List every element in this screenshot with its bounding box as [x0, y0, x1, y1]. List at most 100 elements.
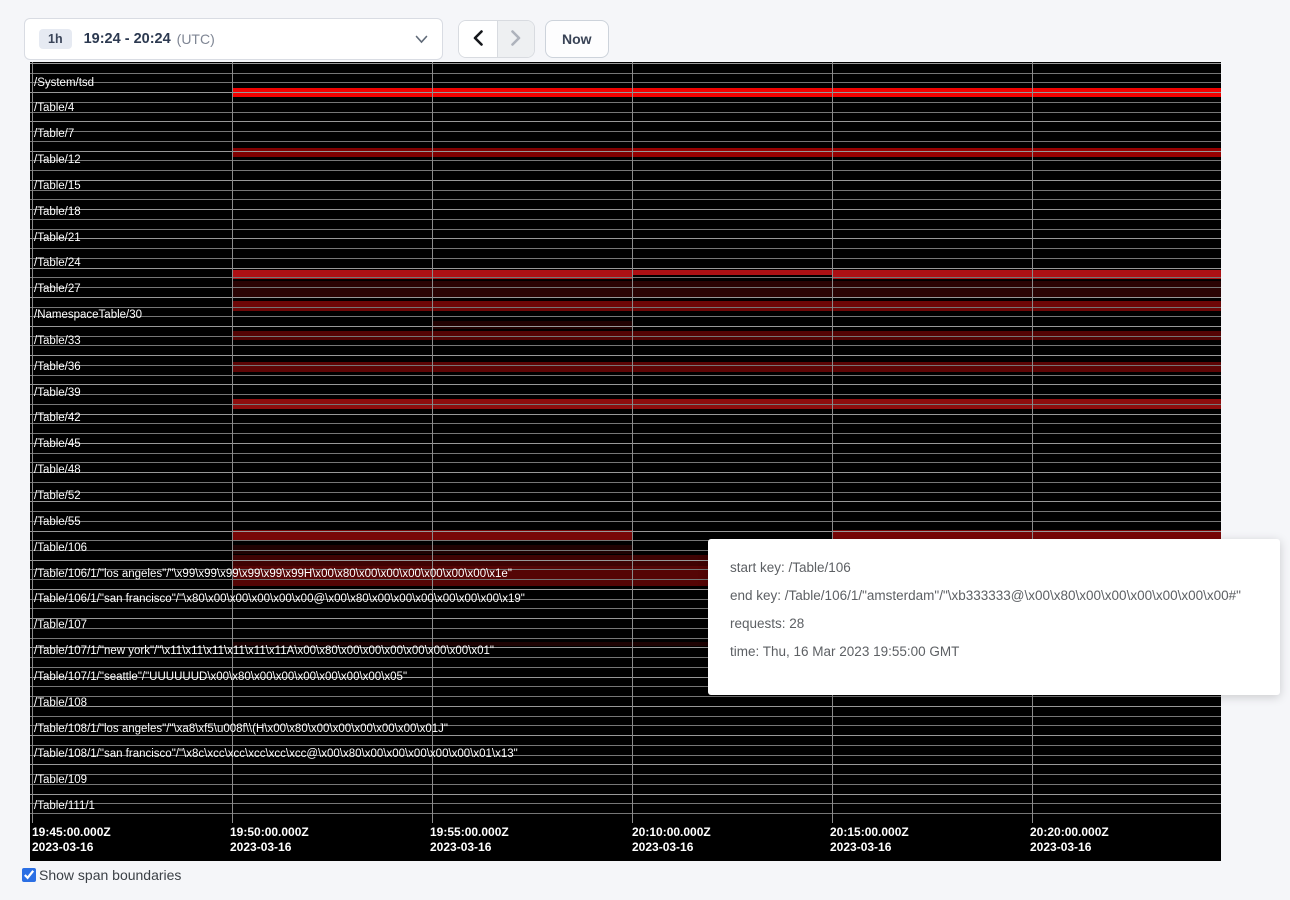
- time-gridline: [232, 62, 233, 823]
- span-tooltip-line: end key: /Table/106/1/"amsterdam"/"\xb33…: [730, 588, 1258, 603]
- key-span-label: /Table/36: [34, 361, 81, 374]
- span-boundary-line: [30, 423, 1221, 424]
- span-boundary-line: [30, 472, 1221, 473]
- now-button[interactable]: Now: [545, 20, 609, 58]
- span-boundary-line: [30, 141, 1221, 142]
- span-boundary-line: [30, 794, 1221, 795]
- key-span-label: /NamespaceTable/30: [34, 309, 142, 322]
- heat-band: [432, 321, 632, 329]
- span-boundary-line: [30, 160, 1221, 161]
- time-nav-group: [458, 20, 535, 58]
- span-boundary-line: [30, 345, 1221, 346]
- key-span-label: /Table/107/1/"seattle"/"UUUUUUD\x00\x80\…: [34, 671, 407, 684]
- span-boundary-line: [30, 764, 1221, 765]
- span-tooltip-line: time: Thu, 16 Mar 2023 19:55:00 GMT: [730, 644, 1258, 659]
- span-boundary-line: [30, 316, 1221, 317]
- span-boundary-line: [30, 121, 1221, 122]
- span-boundary-line: [30, 706, 1221, 707]
- span-boundary-line: [30, 209, 1221, 210]
- key-span-label: /Table/108: [34, 697, 87, 710]
- time-axis-date: 2023-03-16: [830, 840, 909, 855]
- span-boundary-line: [30, 229, 1221, 230]
- time-gridline: [832, 62, 833, 823]
- span-boundary-line: [30, 102, 1221, 103]
- show-span-boundaries-checkbox[interactable]: [22, 868, 36, 882]
- heat-band: [232, 362, 1221, 372]
- key-span-label: /Table/107/1/"new york"/"\x11\x11\x11\x1…: [34, 645, 494, 658]
- span-boundary-line: [30, 375, 1221, 376]
- key-visualizer-canvas[interactable]: /System/tsd/Table/4/Table/7/Table/12/Tab…: [30, 62, 1221, 861]
- next-time-button[interactable]: [497, 21, 535, 57]
- span-boundary-line: [30, 492, 1221, 493]
- span-boundary-line: [30, 268, 1221, 269]
- span-boundary-line: [30, 803, 1221, 804]
- span-boundary-line: [30, 365, 1221, 366]
- key-span-label: /Table/42: [34, 412, 81, 425]
- key-span-label: /Table/45: [34, 438, 81, 451]
- time-gridline: [1032, 62, 1033, 823]
- time-axis-time: 20:20:00.000Z: [1030, 825, 1109, 840]
- heat-band: [632, 148, 1221, 157]
- span-boundary-line: [30, 443, 1221, 444]
- time-axis-date: 2023-03-16: [430, 840, 509, 855]
- span-boundary-line: [30, 297, 1221, 298]
- time-range-timezone: (UTC): [177, 31, 215, 47]
- key-span-label: /Table/106/1/"los angeles"/"\x99\x99\x99…: [34, 568, 512, 581]
- time-axis-time: 20:10:00.000Z: [632, 825, 711, 840]
- span-boundary-line: [30, 716, 1221, 717]
- span-boundary-line: [30, 453, 1221, 454]
- span-boundary-line: [30, 414, 1221, 415]
- time-range-select[interactable]: 1h 19:24 - 20:24 (UTC): [24, 18, 443, 60]
- span-boundary-line: [30, 521, 1221, 522]
- key-span-label: /Table/12: [34, 154, 81, 167]
- time-axis-time: 19:55:00.000Z: [430, 825, 509, 840]
- span-boundary-line: [30, 501, 1221, 502]
- time-gridline: [432, 62, 433, 823]
- time-gridline: [32, 62, 33, 823]
- key-span-label: /Table/27: [34, 283, 81, 296]
- span-boundary-line: [30, 131, 1221, 132]
- key-span-label: /Table/52: [34, 490, 81, 503]
- key-span-label: /Table/107: [34, 619, 87, 632]
- key-span-label: /Table/106/1/"san francisco"/"\x80\x00\x…: [34, 593, 525, 606]
- span-boundary-line: [30, 219, 1221, 220]
- key-span-label: /Table/4: [34, 102, 74, 115]
- span-boundary-line: [30, 238, 1221, 239]
- span-boundary-line: [30, 248, 1221, 249]
- span-boundary-line: [30, 307, 1221, 308]
- key-span-label: /System/tsd: [34, 77, 94, 90]
- span-boundary-line: [30, 82, 1221, 83]
- key-span-label: /Table/7: [34, 128, 74, 141]
- time-axis-label: 19:45:00.000Z2023-03-16: [32, 825, 111, 855]
- span-boundary-line: [30, 511, 1221, 512]
- span-boundary-line: [30, 199, 1221, 200]
- span-boundary-line: [30, 433, 1221, 434]
- span-boundary-line: [30, 336, 1221, 337]
- span-boundary-line: [30, 745, 1221, 746]
- span-boundary-line: [30, 151, 1221, 152]
- span-boundary-line: [30, 531, 1221, 532]
- key-span-label: /Table/48: [34, 464, 81, 477]
- show-span-boundaries-label: Show span boundaries: [39, 867, 181, 883]
- span-boundary-line: [30, 326, 1221, 327]
- time-axis-time: 20:15:00.000Z: [830, 825, 909, 840]
- time-axis-label: 20:20:00.000Z2023-03-16: [1030, 825, 1109, 855]
- span-boundary-line: [30, 180, 1221, 181]
- key-span-label: /Table/21: [34, 232, 81, 245]
- key-span-label: /Table/33: [34, 335, 81, 348]
- span-boundary-line: [30, 784, 1221, 785]
- span-tooltip: start key: /Table/106 end key: /Table/106…: [708, 539, 1280, 695]
- heat-band: [232, 281, 1221, 297]
- key-span-label: /Table/39: [34, 387, 81, 400]
- span-boundary-line: [30, 482, 1221, 483]
- span-boundary-line: [30, 813, 1221, 814]
- show-span-boundaries-option[interactable]: Show span boundaries: [22, 867, 181, 883]
- span-tooltip-line: start key: /Table/106: [730, 560, 1258, 575]
- span-boundary-line: [30, 384, 1221, 385]
- span-boundary-line: [30, 696, 1221, 697]
- span-boundary-line: [30, 73, 1221, 74]
- span-boundary-line: [30, 190, 1221, 191]
- span-tooltip-line: requests: 28: [730, 616, 1258, 631]
- time-axis-label: 20:10:00.000Z2023-03-16: [632, 825, 711, 855]
- prev-time-button[interactable]: [459, 21, 497, 57]
